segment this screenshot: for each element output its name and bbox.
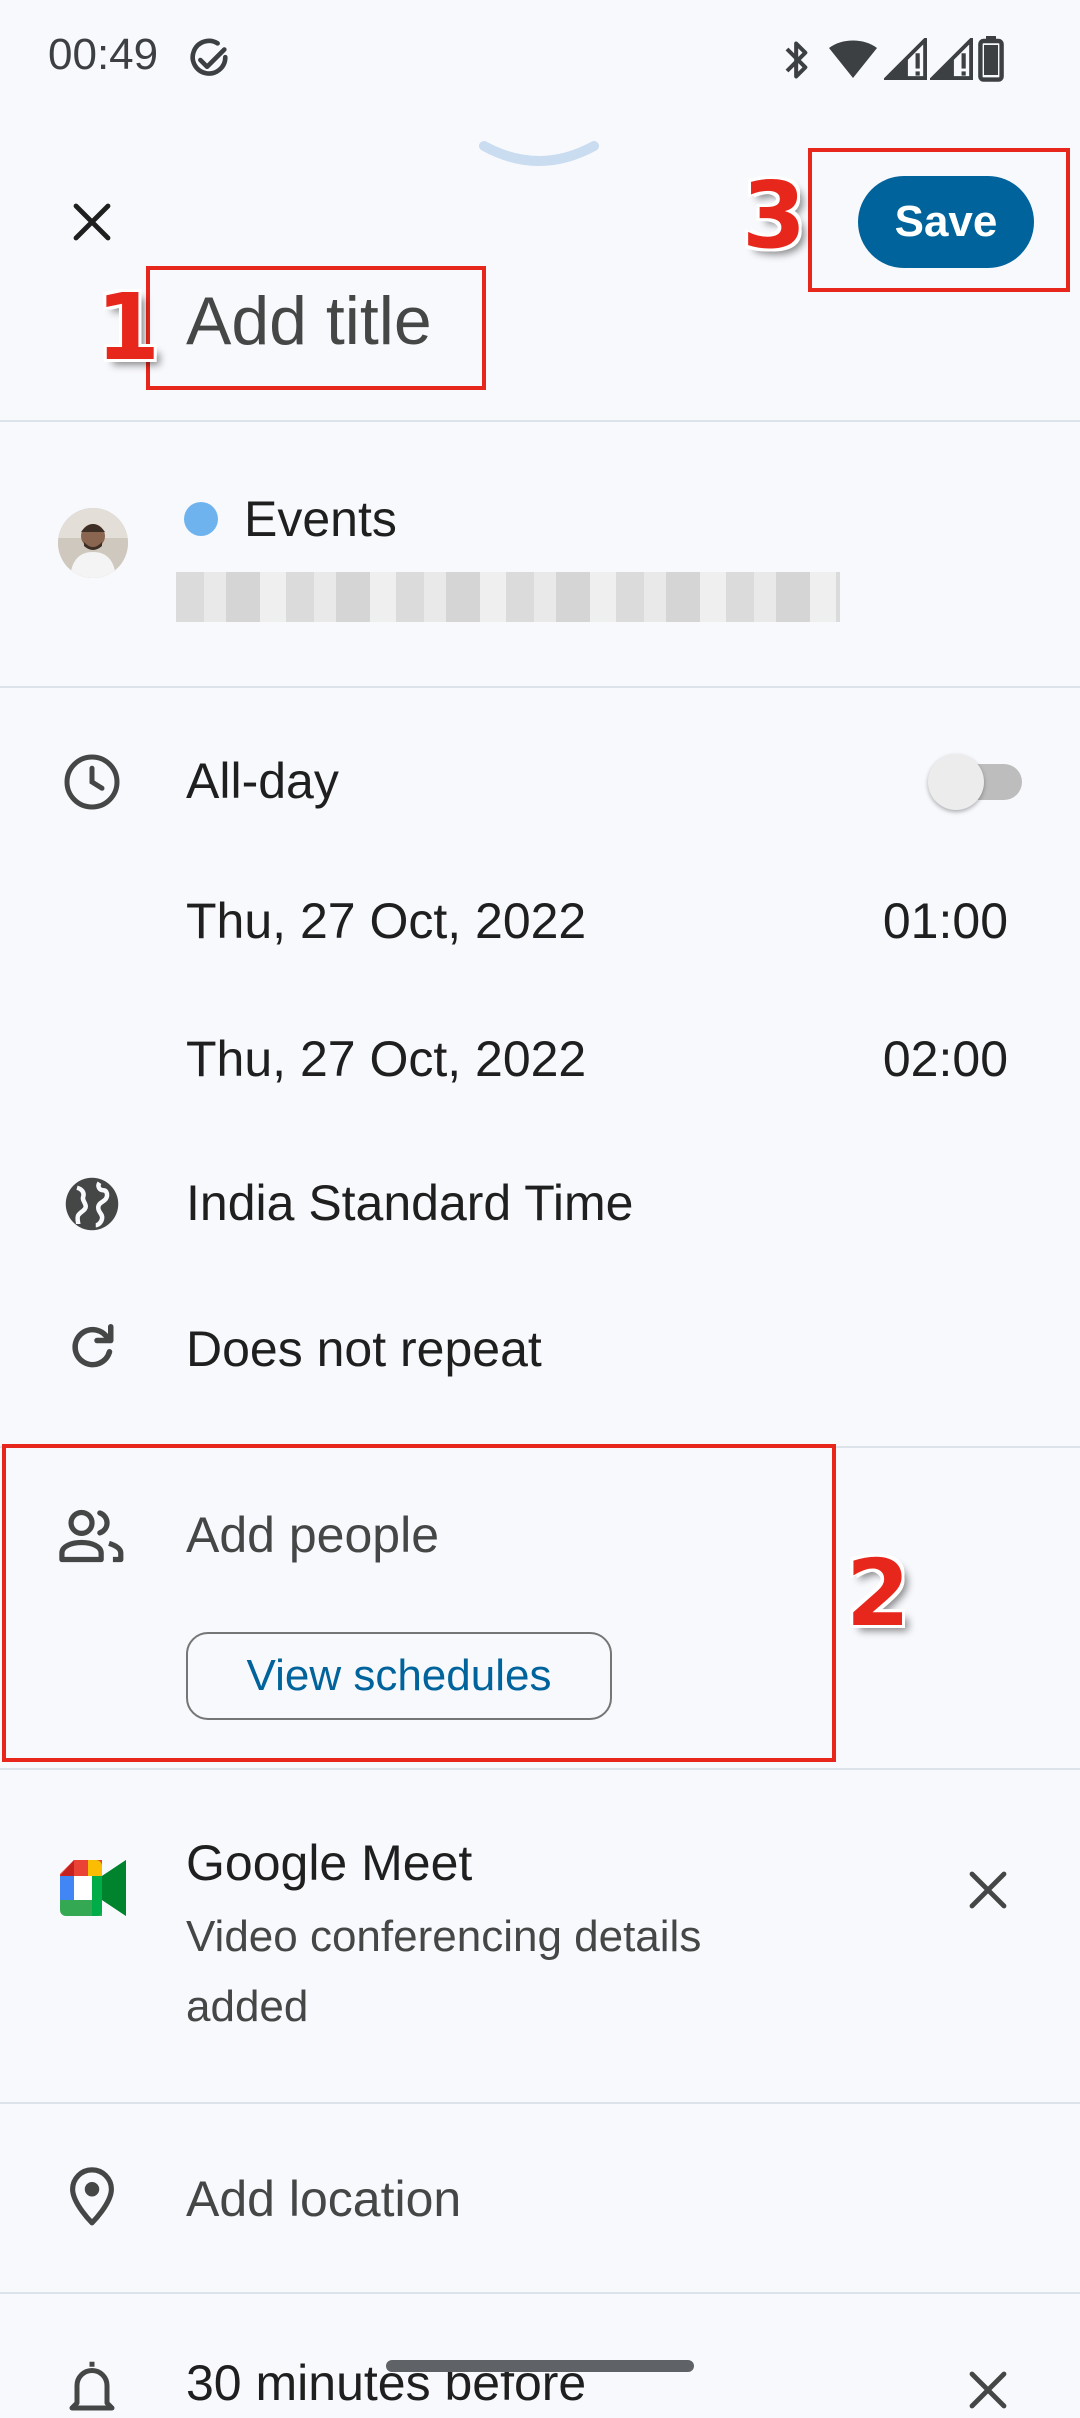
remove-meet-icon[interactable] — [964, 1866, 1012, 1914]
globe-icon — [65, 1177, 119, 1231]
calendar-name[interactable]: Events — [244, 490, 397, 548]
bluetooth-icon — [785, 41, 808, 79]
annotation-box-2 — [2, 1444, 836, 1762]
timezone[interactable]: India Standard Time — [186, 1174, 634, 1232]
close-icon[interactable] — [68, 198, 116, 246]
check-circle-icon — [190, 38, 228, 76]
divider — [0, 1768, 1080, 1770]
annotation-number-1: 1 — [96, 274, 161, 381]
all-day-toggle[interactable] — [928, 754, 1022, 810]
google-meet-title: Google Meet — [186, 1835, 473, 1891]
status-time: 00:49 — [48, 30, 159, 79]
annotation-box-3 — [808, 148, 1070, 292]
clock-icon — [64, 754, 120, 810]
annotation-box-1 — [146, 266, 486, 390]
end-date[interactable]: Thu, 27 Oct, 2022 — [186, 1030, 586, 1088]
divider — [0, 420, 1080, 422]
divider — [0, 2292, 1080, 2294]
repeat[interactable]: Does not repeat — [186, 1320, 542, 1378]
add-location-input[interactable]: Add location — [186, 2170, 461, 2228]
all-day-toggle-thumb — [928, 754, 984, 810]
calendar-color-dot — [184, 502, 218, 536]
annotation-number-2: 2 — [846, 1540, 911, 1647]
avatar-image — [58, 508, 128, 578]
cellular-signal-icon — [884, 38, 927, 80]
annotation-number-3: 3 — [742, 162, 807, 269]
remove-notification-icon[interactable] — [964, 2366, 1012, 2414]
start-time[interactable]: 01:00 — [883, 892, 1008, 950]
all-day-label: All-day — [186, 753, 339, 809]
cellular-signal-2-icon — [930, 38, 973, 80]
repeat-icon — [72, 1324, 114, 1368]
sheet-drag-handle[interactable] — [478, 136, 600, 172]
google-meet-subtitle-line2: added — [186, 1982, 309, 2031]
divider — [0, 2102, 1080, 2104]
account-email-redacted — [176, 572, 840, 622]
location-pin-icon — [70, 2167, 114, 2226]
start-date[interactable]: Thu, 27 Oct, 2022 — [186, 892, 586, 950]
wifi-icon — [829, 40, 877, 78]
avatar — [58, 508, 128, 578]
google-meet-subtitle-line1: Video conferencing details — [186, 1912, 702, 1961]
end-time[interactable]: 02:00 — [883, 1030, 1008, 1088]
google-meet-icon — [60, 1860, 126, 1916]
divider — [0, 686, 1080, 688]
gesture-nav-bar[interactable] — [386, 2360, 694, 2372]
bell-icon — [69, 2361, 115, 2411]
battery-icon — [978, 36, 1004, 82]
